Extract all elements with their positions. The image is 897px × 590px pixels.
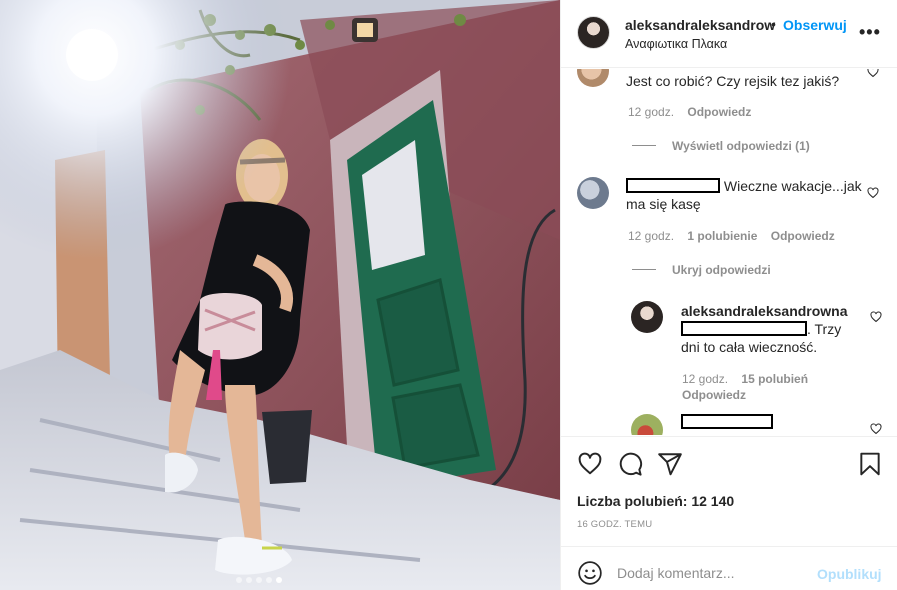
- emoji-icon[interactable]: [577, 560, 603, 586]
- post-photo[interactable]: [0, 0, 560, 590]
- comment-like-icon[interactable]: [870, 311, 882, 323]
- comment-like-icon[interactable]: [867, 69, 879, 78]
- follow-button[interactable]: Obserwuj: [783, 17, 847, 33]
- comment-text: Jest co robić? Czy rejsik tez jakiś?: [626, 73, 840, 89]
- reply-username[interactable]: aleksandraleksandrowna: [681, 303, 848, 319]
- photo-image: [0, 0, 560, 590]
- comment-like-icon[interactable]: [867, 187, 879, 199]
- toggle-line: [632, 269, 656, 270]
- comment-likes[interactable]: 1 polubienie: [687, 229, 757, 243]
- redacted-username: [681, 321, 807, 336]
- carousel-dot-active: [276, 577, 282, 583]
- carousel-dot: [246, 577, 252, 583]
- comment-body: [681, 413, 773, 431]
- add-comment-bar: Opublikuj: [561, 546, 897, 590]
- carousel-dot: [256, 577, 262, 583]
- comment-time: 12 godz.: [628, 229, 675, 243]
- post-header: aleksandraleksandrow • Obserwuj Αναφιωτι…: [561, 0, 897, 68]
- paper-plane-icon[interactable]: [657, 451, 683, 477]
- carousel-dot: [236, 577, 242, 583]
- commenter-avatar[interactable]: [631, 414, 663, 435]
- likes-count[interactable]: Liczba polubień: 12 140: [577, 493, 734, 509]
- more-options-icon[interactable]: •••: [859, 22, 881, 43]
- carousel-dots: [236, 577, 282, 583]
- carousel-dot: [266, 577, 272, 583]
- author-username[interactable]: aleksandraleksandrow: [625, 17, 775, 33]
- reply-button[interactable]: Odpowiedz: [687, 105, 751, 119]
- post-location[interactable]: Αναφιωτικα Πλακα: [625, 37, 727, 51]
- view-replies-label[interactable]: Wyświetl odpowiedzi (1): [672, 139, 810, 153]
- redacted-username: [626, 178, 720, 193]
- commenter-avatar[interactable]: [577, 69, 609, 87]
- hide-replies-toggle[interactable]: Ukryj odpowiedzi: [632, 263, 771, 277]
- post-actions: Liczba polubień: 12 140 16 godz. temu: [561, 436, 897, 546]
- comments-list[interactable]: Jest co robić? Czy rejsik tez jakiś? 12 …: [561, 69, 897, 435]
- comment-like-icon[interactable]: [870, 423, 882, 435]
- post-timestamp[interactable]: 16 godz. temu: [577, 519, 652, 530]
- separator-dot: •: [771, 16, 776, 32]
- comment-icon[interactable]: [617, 451, 643, 477]
- comment-time: 12 godz.: [628, 105, 675, 119]
- reply-button[interactable]: Odpowiedz: [682, 388, 746, 402]
- comment-meta: 12 godz. 1 polubienie Odpowiedz: [628, 229, 835, 243]
- publish-button[interactable]: Opublikuj: [817, 566, 882, 582]
- reply-time: 12 godz.: [682, 372, 729, 386]
- redacted-username: [681, 414, 773, 429]
- commenter-avatar[interactable]: [577, 177, 609, 209]
- reply-meta: 12 godz. 15 polubień Odpowiedz: [682, 371, 808, 403]
- post-sidebar: aleksandraleksandrow • Obserwuj Αναφιωτι…: [560, 0, 897, 590]
- comment-meta: 12 godz. Odpowiedz: [628, 105, 751, 119]
- view-replies-toggle[interactable]: Wyświetl odpowiedzi (1): [632, 139, 810, 153]
- heart-icon[interactable]: [577, 451, 603, 477]
- reply-author-avatar[interactable]: [631, 301, 663, 333]
- reply-likes[interactable]: 15 polubień: [741, 372, 808, 386]
- reply-button[interactable]: Odpowiedz: [771, 229, 835, 243]
- reply-body: aleksandraleksandrowna . Trzy dni to cał…: [681, 302, 851, 356]
- hide-replies-label[interactable]: Ukryj odpowiedzi: [672, 263, 771, 277]
- author-avatar[interactable]: [577, 16, 610, 49]
- toggle-line: [632, 145, 656, 146]
- comment-input[interactable]: [617, 562, 817, 584]
- comment-body: Wieczne wakacje...jak ma się kasę: [626, 177, 866, 213]
- bookmark-icon[interactable]: [857, 451, 883, 477]
